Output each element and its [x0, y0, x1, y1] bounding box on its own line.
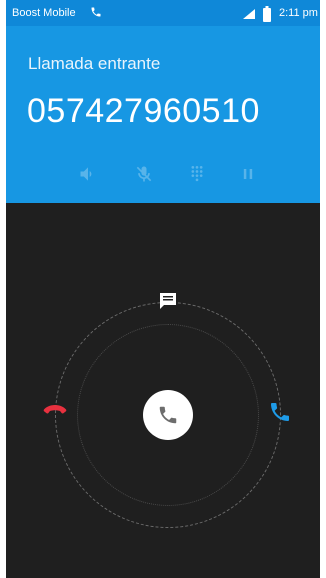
battery-icon: [263, 6, 271, 22]
speaker-icon[interactable]: [78, 164, 98, 184]
caller-number: 057427960510: [27, 92, 260, 130]
clock: 2:11 pm: [279, 7, 318, 19]
call-controls: [6, 164, 320, 184]
accept-call-icon[interactable]: [268, 400, 292, 424]
message-icon[interactable]: [158, 291, 178, 311]
incoming-call-screen: Boost Mobile 2:11 pm Llamada entrante 05…: [6, 0, 320, 578]
phone-icon: [90, 6, 102, 18]
call-status: Llamada entrante: [28, 54, 161, 73]
call-header: Llamada entrante 057427960510: [6, 26, 320, 203]
answer-call-icon[interactable]: [143, 390, 193, 440]
signal-icon: [243, 9, 255, 19]
pause-icon[interactable]: [238, 164, 258, 184]
dialpad-icon[interactable]: [187, 164, 207, 184]
carrier-label: Boost Mobile: [12, 7, 76, 19]
mute-icon[interactable]: [134, 164, 154, 184]
decline-call-icon[interactable]: [42, 401, 68, 421]
status-bar: Boost Mobile 2:11 pm: [6, 0, 320, 26]
